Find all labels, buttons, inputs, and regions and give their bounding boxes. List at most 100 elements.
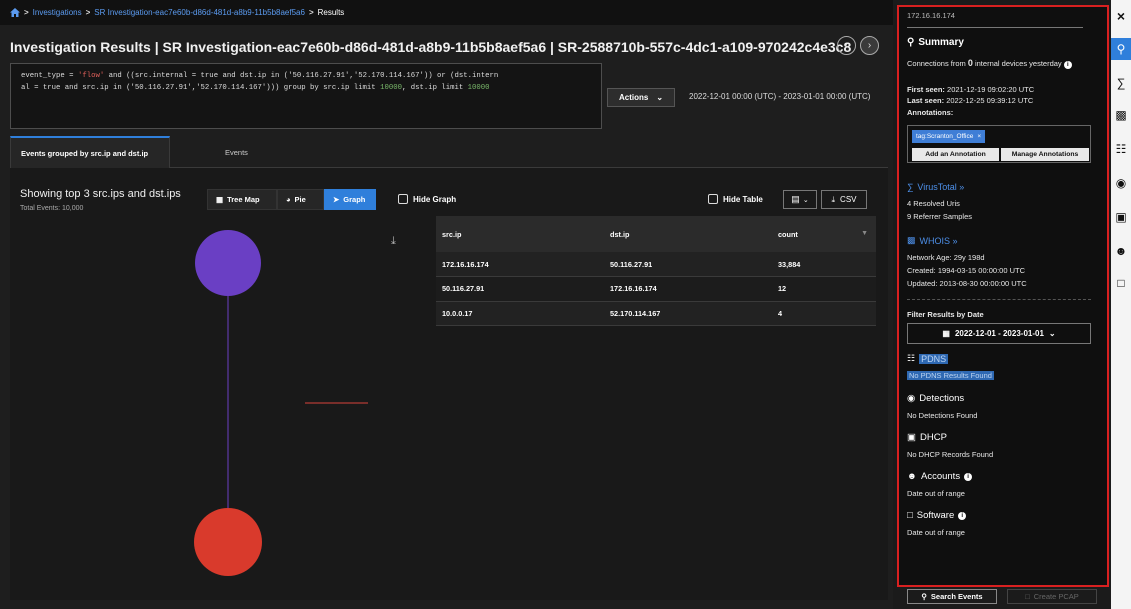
column-label: count bbox=[778, 229, 798, 239]
breadcrumb: > Investigations > SR Investigation-eac7… bbox=[0, 0, 893, 25]
network-icon: ☷ bbox=[907, 353, 916, 363]
network-graph bbox=[194, 230, 368, 576]
first-seen-value: 2021-12-19 09:02:20 UTC bbox=[947, 85, 1035, 94]
table-row[interactable]: 172.16.16.174 50.116.27.91 33,884 bbox=[436, 252, 876, 277]
virustotal-link[interactable]: ∑ VirusTotal » bbox=[907, 182, 964, 192]
software-label: Software bbox=[916, 510, 955, 521]
graph-button[interactable]: ➤ Graph bbox=[324, 189, 376, 210]
date-filter-value: 2022-12-01 - 2023-01-01 bbox=[954, 329, 1044, 338]
dhcp-icon: ▣ bbox=[907, 432, 916, 443]
cell-count: 33,884 bbox=[772, 252, 876, 277]
info-icon[interactable]: i bbox=[964, 472, 973, 481]
treemap-label: Tree Map bbox=[227, 195, 260, 204]
pie-icon: ◕ bbox=[286, 195, 291, 204]
download-icon: ⤓ bbox=[831, 194, 836, 204]
close-icon[interactable]: × bbox=[977, 133, 981, 140]
annotations-box: tag:Scranton_Office × Add an Annotation … bbox=[907, 125, 1091, 163]
graph-node[interactable] bbox=[195, 230, 261, 296]
search-icon: ⚲ bbox=[921, 592, 927, 601]
building-icon: ▩ bbox=[907, 235, 916, 245]
hide-graph-checkbox[interactable]: Hide Graph bbox=[398, 194, 456, 204]
user-icon[interactable]: ☻ bbox=[1111, 244, 1131, 258]
hide-graph-label: Hide Graph bbox=[413, 194, 457, 204]
graph-label: Graph bbox=[343, 195, 366, 204]
query-number: 10000 bbox=[380, 84, 402, 92]
filter-label: Filter Results by Date bbox=[907, 310, 984, 319]
search-events-button[interactable]: ⚲ Search Events bbox=[907, 589, 997, 604]
annotations-label: Annotations: bbox=[907, 108, 954, 117]
previous-button[interactable]: ‹ bbox=[837, 36, 856, 55]
shield-icon[interactable]: ◉ bbox=[1111, 176, 1131, 190]
actions-button[interactable]: Actions ⌄ bbox=[607, 88, 675, 107]
date-range: 2022-12-01 00:00 (UTC) - 2023-01-01 00:0… bbox=[689, 92, 871, 101]
info-icon[interactable]: i bbox=[1063, 61, 1072, 69]
sort-icon[interactable]: ▼ bbox=[861, 230, 868, 237]
first-seen-label: First seen: bbox=[907, 85, 945, 94]
network-icon[interactable]: ☷ bbox=[1111, 142, 1131, 156]
close-icon[interactable]: × bbox=[1111, 8, 1131, 24]
tab-events[interactable]: Events bbox=[215, 136, 258, 168]
results-heading: Showing top 3 src.ips and dst.ips bbox=[20, 188, 181, 200]
connections-text: Connections from 0 internal devices yest… bbox=[907, 58, 1072, 69]
cell-src-ip: 50.116.27.91 bbox=[436, 276, 604, 302]
cell-src-ip: 172.16.16.174 bbox=[436, 252, 604, 277]
right-icon-rail: × ⚲ ∑ ▩ ☷ ◉ ▣ ☻ □ bbox=[1111, 0, 1131, 609]
home-icon[interactable] bbox=[10, 8, 20, 17]
window-icon: □ bbox=[907, 510, 913, 521]
results-table: src.ip dst.ip count ▼ 172.16.16.174 50.11… bbox=[436, 216, 876, 326]
detections-label: Detections bbox=[919, 393, 965, 404]
pdns-label: PDNS bbox=[919, 353, 949, 364]
pdns-status: No PDNS Results Found bbox=[907, 371, 994, 380]
dhcp-icon[interactable]: ▣ bbox=[1111, 210, 1131, 224]
column-header-dst-ip[interactable]: dst.ip bbox=[604, 216, 772, 252]
query-editor[interactable]: event_type = 'flow' and ((src.internal =… bbox=[10, 63, 602, 129]
cell-src-ip: 10.0.0.17 bbox=[436, 301, 604, 326]
table-row[interactable]: 10.0.0.17 52.170.114.167 4 bbox=[436, 301, 876, 326]
dhcp-heading: ▣ DHCP bbox=[907, 432, 947, 443]
manage-annotations-button[interactable]: Manage Annotations bbox=[1001, 148, 1089, 161]
columns-button[interactable]: ▤ ⌄ bbox=[783, 190, 817, 209]
add-annotation-button[interactable]: Add an Annotation bbox=[912, 148, 999, 161]
cell-count: 4 bbox=[772, 301, 876, 326]
building-icon[interactable]: ▩ bbox=[1111, 108, 1131, 122]
breadcrumb-investigation[interactable]: SR Investigation-eac7e60b-d86d-481d-a8b9… bbox=[94, 8, 305, 17]
breadcrumb-investigations[interactable]: Investigations bbox=[33, 8, 82, 17]
virustotal-icon: ∑ bbox=[907, 182, 914, 192]
last-seen: Last seen: 2022-12-25 09:39:12 UTC bbox=[907, 96, 1033, 105]
column-header-src-ip[interactable]: src.ip bbox=[436, 216, 604, 252]
search-icon: ⚲ bbox=[907, 37, 915, 48]
sidebar-ip: 172.16.16.174 bbox=[907, 11, 955, 20]
csv-label: CSV bbox=[840, 195, 857, 204]
csv-button[interactable]: ⤓ CSV bbox=[821, 190, 867, 209]
annotation-tag[interactable]: tag:Scranton_Office × bbox=[912, 130, 986, 143]
create-pcap-button[interactable]: □ Create PCAP bbox=[1007, 589, 1097, 604]
treemap-button[interactable]: ▦ Tree Map bbox=[207, 189, 277, 210]
search-icon[interactable]: ⚲ bbox=[1111, 38, 1131, 60]
summary-title: Summary bbox=[918, 37, 964, 48]
next-button[interactable]: › bbox=[860, 36, 879, 55]
pdns-heading: ☷ PDNS bbox=[907, 353, 949, 364]
columns-icon: ▤ bbox=[791, 194, 800, 204]
checkbox-icon bbox=[398, 194, 408, 204]
network-age: Network Age: 29y 198d bbox=[907, 253, 985, 262]
detections-heading: ◉ Detections bbox=[907, 393, 964, 404]
column-label: src.ip bbox=[442, 229, 462, 239]
dhcp-status: No DHCP Records Found bbox=[907, 450, 994, 459]
table-row[interactable]: 50.116.27.91 172.16.16.174 12 bbox=[436, 276, 876, 302]
tab-grouped-events[interactable]: Events grouped by src.ip and dst.ip bbox=[10, 136, 170, 168]
shield-icon: ◉ bbox=[907, 393, 916, 404]
graph-node[interactable] bbox=[194, 508, 262, 576]
date-filter-select[interactable]: ▦ 2022-12-01 - 2023-01-01 ⌄ bbox=[907, 323, 1091, 344]
column-header-count[interactable]: count ▼ bbox=[772, 216, 876, 252]
results-panel: Showing top 3 src.ips and dst.ips Total … bbox=[10, 168, 888, 600]
window-icon[interactable]: □ bbox=[1111, 276, 1131, 290]
filter-icon[interactable]: ∑ bbox=[1111, 76, 1131, 90]
whois-link[interactable]: ▩ WHOIS » bbox=[907, 235, 958, 246]
accounts-label: Accounts bbox=[921, 471, 961, 482]
chevron-down-icon: ⌄ bbox=[656, 93, 664, 102]
pie-button[interactable]: ◕ Pie bbox=[277, 189, 324, 210]
chevron-left-icon: ‹ bbox=[844, 40, 849, 51]
info-icon[interactable]: i bbox=[958, 511, 967, 520]
created-date: Created: 1994-03-15 00:00:00 UTC bbox=[907, 266, 1025, 275]
hide-table-checkbox[interactable]: Hide Table bbox=[708, 194, 763, 204]
